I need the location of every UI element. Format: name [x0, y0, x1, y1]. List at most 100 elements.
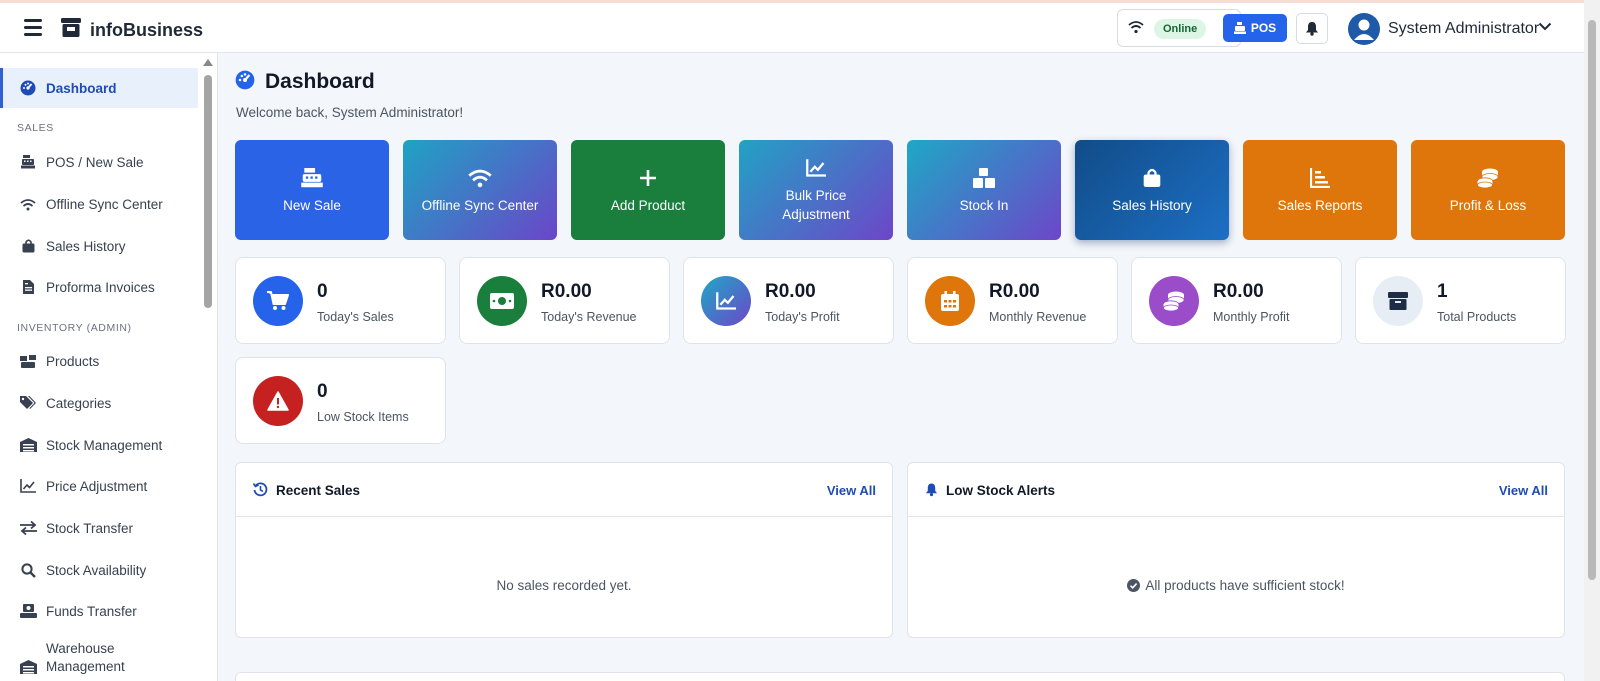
stat-card-total-products: 1 Total Products [1355, 257, 1566, 344]
stat-card-todays-revenue: R0.00 Today's Revenue [459, 257, 670, 344]
history-icon [253, 482, 268, 497]
sidebar-item-sales-history[interactable]: Sales History [0, 226, 198, 266]
sidebar-item-label: Offline Sync Center [46, 196, 163, 212]
sidebar-item-price-adjustment[interactable]: Price Adjustment [0, 466, 198, 506]
sidebar-item-pos-new-sale[interactable]: POS / New Sale [0, 142, 198, 182]
sidebar-item-label: Stock Management [46, 437, 163, 453]
sidebar-item-funds-transfer[interactable]: Funds Transfer [0, 591, 198, 631]
hamburger-menu-icon[interactable] [24, 19, 42, 36]
sidebar-item-label: Proforma Invoices [46, 279, 155, 295]
calendar-icon [925, 276, 975, 326]
line-chart-icon [19, 477, 37, 495]
empty-state-text: No sales recorded yet. [496, 578, 632, 593]
panel-header: Low Stock Alerts View All [908, 463, 1564, 517]
sidebar-scrollbar[interactable] [200, 53, 216, 681]
stat-value: R0.00 [765, 281, 816, 302]
money-transfer-icon [19, 602, 37, 620]
stat-value: 0 [317, 281, 328, 302]
quick-action-label: Profit & Loss [1449, 197, 1527, 213]
user-avatar-icon[interactable] [1348, 13, 1380, 45]
stat-label: Low Stock Items [317, 410, 409, 424]
dashboard-gauge-icon [19, 79, 37, 97]
sidebar-item-stock-management[interactable]: Stock Management [0, 425, 198, 465]
warehouse-icon [19, 658, 37, 676]
quick-action-new-sale[interactable]: New Sale [235, 140, 389, 240]
stat-label: Today's Sales [317, 310, 394, 324]
plus-icon [639, 166, 657, 190]
stat-label: Total Products [1437, 310, 1517, 324]
boxes-icon [19, 352, 37, 370]
quick-action-label: Add Product [610, 197, 686, 213]
panel-title: Recent Sales [276, 483, 361, 498]
sidebar-item-warehouse-management[interactable]: Warehouse Management [0, 636, 198, 681]
quick-action-sales-reports[interactable]: Sales Reports [1243, 140, 1397, 240]
sidebar-item-dashboard[interactable]: Dashboard [0, 68, 198, 108]
cash-register-icon [1233, 22, 1246, 34]
view-all-link[interactable]: View All [827, 483, 876, 498]
shopping-cart-icon [253, 276, 303, 326]
warning-triangle-icon [253, 376, 303, 426]
sidebar-item-stock-availability[interactable]: Stock Availability [0, 550, 198, 590]
coins-icon [1477, 166, 1499, 190]
stat-value: R0.00 [541, 281, 592, 302]
quick-action-label: Offline Sync Center [421, 197, 539, 213]
sidebar-item-label: POS / New Sale [46, 154, 144, 170]
transfer-arrows-icon [19, 519, 37, 537]
quick-action-label: Stock In [959, 197, 1009, 213]
sidebar-item-products[interactable]: Products [0, 341, 198, 381]
empty-state-message: All products have sufficient stock! [908, 578, 1564, 593]
online-badge: Online [1154, 19, 1207, 39]
stat-card-todays-profit: R0.00 Today's Profit [683, 257, 894, 344]
sidebar-item-label: Funds Transfer [46, 603, 137, 619]
quick-action-label: Bulk Price Adjustment [782, 188, 850, 222]
quick-action-add-product[interactable]: Add Product [571, 140, 725, 240]
stat-card-low-stock-items: 0 Low Stock Items [235, 357, 446, 444]
cash-register-icon [301, 166, 323, 190]
wifi-icon [1128, 21, 1144, 34]
welcome-message: Welcome back, System Administrator! [236, 105, 464, 120]
wifi-icon [467, 166, 493, 190]
quick-action-sales-history[interactable]: Sales History [1075, 140, 1229, 240]
empty-state-message: No sales recorded yet. [236, 578, 892, 593]
pos-button[interactable]: POS [1223, 14, 1287, 42]
sidebar-item-proforma-invoices[interactable]: Proforma Invoices [0, 267, 198, 307]
quick-action-profit-loss[interactable]: Profit & Loss [1411, 140, 1565, 240]
store-icon [61, 18, 81, 37]
stacked-boxes-icon [973, 166, 995, 190]
stat-label: Monthly Profit [1213, 310, 1290, 324]
line-chart-icon [701, 276, 751, 326]
search-icon [19, 561, 37, 579]
sidebar-item-label: Stock Availability [46, 562, 147, 578]
stat-value: R0.00 [1213, 281, 1264, 302]
sidebar-item-offline-sync[interactable]: Offline Sync Center [0, 184, 198, 224]
sidebar-item-stock-transfer[interactable]: Stock Transfer [0, 508, 198, 548]
line-chart-icon [806, 156, 826, 180]
stat-label: Today's Revenue [541, 310, 637, 324]
stat-card-monthly-revenue: R0.00 Monthly Revenue [907, 257, 1118, 344]
low-stock-alerts-panel: Low Stock Alerts View All All products h… [907, 462, 1565, 638]
quick-action-offline-sync[interactable]: Offline Sync Center [403, 140, 557, 240]
user-name[interactable]: System Administrator [1388, 20, 1539, 38]
quick-action-label: Sales History [1112, 197, 1192, 213]
coins-icon [1149, 276, 1199, 326]
check-circle-icon [1127, 579, 1141, 592]
recent-sales-panel: Recent Sales View All No sales recorded … [235, 462, 893, 638]
brand-name[interactable]: infoBusiness [90, 20, 203, 41]
sidebar-item-label: Warehouse Management [46, 641, 125, 674]
sidebar-item-categories[interactable]: Categories [0, 383, 198, 423]
scroll-up-arrow-icon[interactable] [203, 59, 213, 66]
view-all-link[interactable]: View All [1499, 483, 1548, 498]
quick-action-label: Sales Reports [1277, 197, 1363, 213]
quick-action-stock-in[interactable]: Stock In [907, 140, 1061, 240]
stat-value: 1 [1437, 281, 1448, 302]
money-bill-icon [477, 276, 527, 326]
page-scrollbar[interactable] [1584, 0, 1600, 681]
next-section-card [235, 672, 1565, 681]
sidebar-item-label: Products [46, 353, 100, 369]
cash-register-icon [19, 153, 37, 171]
stat-label: Today's Profit [765, 310, 840, 324]
notifications-button[interactable] [1296, 13, 1328, 44]
quick-action-bulk-price-adjustment[interactable]: Bulk Price Adjustment [739, 140, 893, 240]
chevron-down-icon[interactable] [1538, 22, 1552, 31]
top-bar: infoBusiness Online POS System Administr… [0, 0, 1584, 53]
